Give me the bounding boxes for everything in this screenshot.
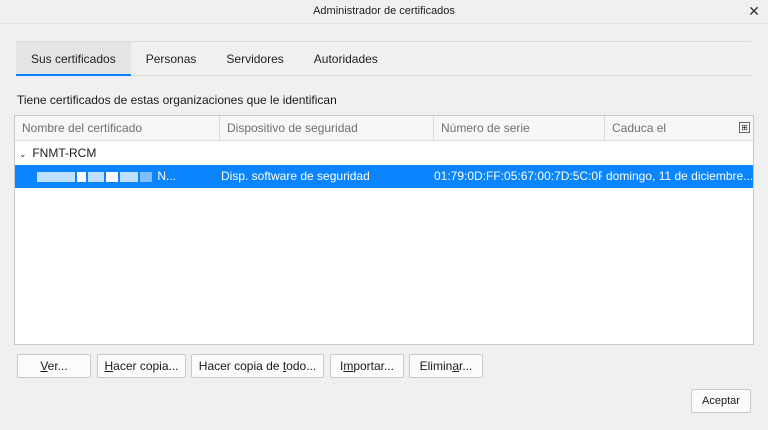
tab-personas[interactable]: Personas [131,42,212,76]
column-header-device[interactable]: Dispositivo de seguridad [219,116,433,141]
tab-bar: Sus certificados Personas Servidores Aut… [16,41,751,76]
hacer-copia-button[interactable]: Hacer copia... [97,354,186,378]
tree-header: Nombre del certificado Dispositivo de se… [15,116,753,141]
aceptar-button[interactable]: Aceptar [691,389,751,413]
tab-sus-certificados[interactable]: Sus certificados [16,42,131,76]
eliminar-button[interactable]: Eliminar... [409,354,483,378]
tab-autoridades[interactable]: Autoridades [299,42,393,76]
column-header-serial[interactable]: Número de serie [433,116,604,141]
hacer-copia-de-todo-button[interactable]: Hacer copia de todo... [191,354,324,378]
certificate-tree[interactable]: Nombre del certificado Dispositivo de se… [14,115,754,345]
column-header-name[interactable]: Nombre del certificado [15,116,219,141]
window-title: Administrador de certificados [313,5,455,17]
chevron-down-icon[interactable]: ⌄ [19,144,29,164]
ver-button[interactable]: Ver... [17,354,91,378]
redacted-name [37,169,157,183]
certificate-name-tail: N... [157,169,177,183]
cell-expires: domingo, 11 de diciembre... [606,169,752,183]
intro-text: Tiene certificados de estas organizacion… [17,93,337,107]
cell-certificate-name: N... [37,165,217,188]
close-icon[interactable]: ✕ [746,3,762,19]
title-bar: Administrador de certificados ✕ [0,0,768,24]
table-row[interactable]: N... Disp. software de seguridad 01:79:0… [15,165,753,188]
cell-device: Disp. software de seguridad [221,169,370,183]
cell-serial: 01:79:0D:FF:05:67:00:7D:5C:0F:... [434,169,602,183]
tree-group-row[interactable]: ⌄ FNMT-RCM [15,143,753,163]
column-header-expires[interactable]: Caduca el [604,116,739,141]
column-picker-icon[interactable]: ⊞ [739,122,750,133]
tab-servidores[interactable]: Servidores [211,42,298,76]
group-name: FNMT-RCM [32,146,97,160]
importar-button[interactable]: Importar... [330,354,404,378]
